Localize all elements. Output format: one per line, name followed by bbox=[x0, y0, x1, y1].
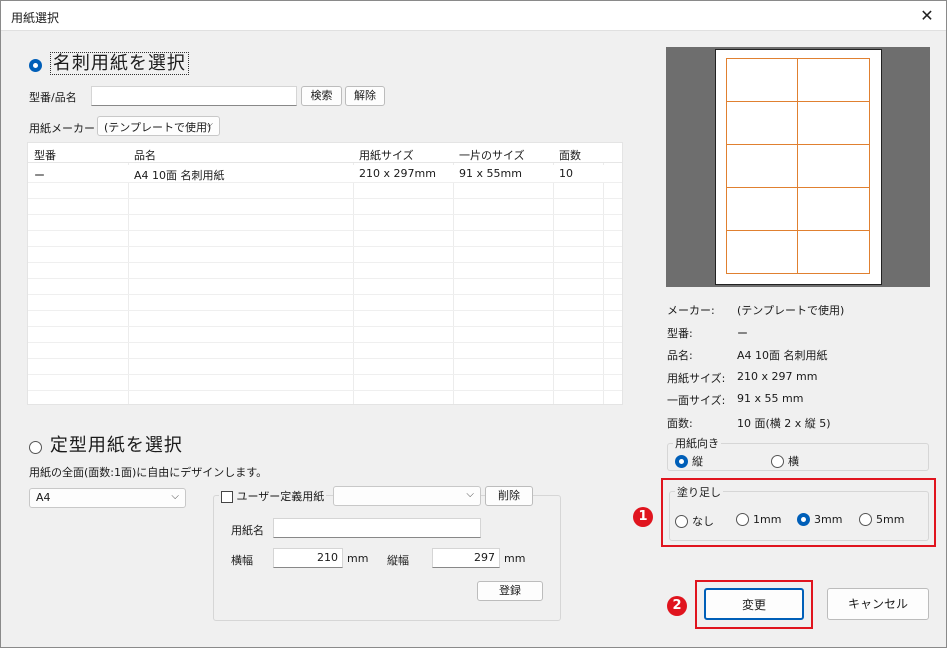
clear-button[interactable]: 解除 bbox=[345, 86, 385, 106]
col-count[interactable]: 面数 bbox=[559, 147, 581, 163]
bleed-title: 塗り足し bbox=[675, 484, 723, 500]
bleed-3mm-radio[interactable] bbox=[797, 513, 810, 526]
chevron-down-icon: ⌵ bbox=[171, 491, 179, 502]
orientation-title: 用紙向き bbox=[673, 435, 721, 451]
bleed-option-3mm[interactable]: 3mm bbox=[797, 513, 842, 526]
step-badge-2: 2 bbox=[667, 596, 687, 616]
bleed-option-none[interactable]: なし bbox=[675, 513, 714, 529]
bleed-option-1mm[interactable]: 1mm bbox=[736, 513, 781, 526]
info-size-key: 用紙サイズ: bbox=[667, 372, 726, 385]
search-input[interactable] bbox=[91, 86, 297, 106]
meishi-radio-row[interactable]: 名刺用紙を選択 bbox=[29, 49, 189, 75]
landscape-radio[interactable] bbox=[771, 454, 784, 468]
paper-table: 型番 品名 用紙サイズ 一片のサイズ 面数 ー A4 10面 名刺用紙 210 … bbox=[27, 142, 623, 405]
col-piece-size[interactable]: 一片のサイズ bbox=[459, 147, 525, 163]
meishi-label: 名刺用紙を選択 bbox=[49, 52, 189, 75]
row-paper-size: 210 x 297mm bbox=[359, 167, 436, 180]
info-model-key: 型番: bbox=[667, 327, 693, 340]
bleed-none-radio[interactable] bbox=[675, 514, 688, 528]
bleed-3mm-label: 3mm bbox=[814, 513, 843, 526]
table-row[interactable]: ー A4 10面 名刺用紙 210 x 297mm 91 x 55mm 10 bbox=[28, 165, 622, 182]
info-count-value: 10 面(横 2 x 縦 5) bbox=[737, 417, 831, 430]
step-badge-1: 1 bbox=[633, 507, 653, 527]
size-select-value: A4 bbox=[36, 491, 51, 504]
bleed-1mm-label: 1mm bbox=[753, 513, 782, 526]
row-piece-size: 91 x 55mm bbox=[459, 167, 522, 180]
title-bar: 用紙選択 ✕ bbox=[1, 1, 946, 31]
info-model-value: ー bbox=[737, 327, 748, 340]
user-paper-checkbox-row[interactable]: ユーザー定義用紙 bbox=[219, 488, 327, 504]
info-piece-key: 一面サイズ: bbox=[667, 394, 726, 407]
width-input[interactable]: 210 bbox=[273, 548, 343, 568]
info-piece-value: 91 x 55 mm bbox=[737, 392, 804, 405]
delete-button[interactable]: 削除 bbox=[485, 486, 533, 506]
cancel-button[interactable]: キャンセル bbox=[827, 588, 929, 620]
bleed-1mm-radio[interactable] bbox=[736, 513, 749, 526]
portrait-label: 縦 bbox=[692, 455, 703, 468]
bleed-none-label: なし bbox=[692, 515, 714, 528]
info-size-value: 210 x 297 mm bbox=[737, 370, 818, 383]
paper-preview bbox=[666, 47, 930, 287]
row-model: ー bbox=[34, 169, 45, 182]
info-name-value: A4 10面 名刺用紙 bbox=[737, 349, 828, 362]
search-label: 型番/品名 bbox=[29, 91, 77, 104]
orientation-landscape[interactable]: 横 bbox=[771, 453, 799, 469]
col-paper-size[interactable]: 用紙サイズ bbox=[359, 147, 414, 163]
teikei-radio[interactable] bbox=[29, 441, 42, 454]
table-header: 型番 品名 用紙サイズ 一片のサイズ 面数 bbox=[28, 143, 622, 163]
orientation-portrait[interactable]: 縦 bbox=[675, 453, 703, 469]
bleed-option-5mm[interactable]: 5mm bbox=[859, 513, 904, 526]
col-model[interactable]: 型番 bbox=[34, 147, 56, 163]
close-icon[interactable]: ✕ bbox=[916, 5, 938, 27]
window-title: 用紙選択 bbox=[11, 11, 60, 25]
teikei-label: 定型用紙を選択 bbox=[49, 435, 183, 456]
row-name: A4 10面 名刺用紙 bbox=[134, 169, 225, 182]
col-name[interactable]: 品名 bbox=[134, 147, 156, 163]
change-button[interactable]: 変更 bbox=[704, 588, 804, 620]
chevron-down-icon: ⌵ bbox=[466, 489, 474, 500]
width-label: 横幅 bbox=[231, 554, 253, 567]
meishi-radio[interactable] bbox=[29, 59, 42, 72]
maker-select-value: (テンプレートで使用) bbox=[104, 121, 212, 134]
user-paper-select[interactable]: ⌵ bbox=[333, 486, 481, 506]
row-count: 10 bbox=[559, 167, 573, 180]
info-maker-key: メーカー: bbox=[667, 304, 715, 317]
paper-name-label: 用紙名 bbox=[231, 524, 264, 537]
size-select[interactable]: A4 ⌵ bbox=[29, 488, 186, 508]
maker-select[interactable]: (テンプレートで使用) ⌵ bbox=[97, 116, 220, 136]
info-maker-value: (テンプレートで使用) bbox=[737, 304, 845, 317]
info-count-key: 面数: bbox=[667, 417, 693, 430]
paper-select-dialog: 用紙選択 ✕ 名刺用紙を選択 型番/品名 検索 解除 用紙メーカー (テンプレー… bbox=[0, 0, 947, 648]
paper-name-input[interactable] bbox=[273, 518, 481, 538]
search-button[interactable]: 検索 bbox=[301, 86, 342, 106]
register-button[interactable]: 登録 bbox=[477, 581, 543, 601]
height-input[interactable]: 297 bbox=[432, 548, 500, 568]
maker-label: 用紙メーカー bbox=[29, 122, 95, 135]
portrait-radio[interactable] bbox=[675, 454, 688, 468]
user-paper-label: ユーザー定義用紙 bbox=[236, 490, 325, 503]
bleed-5mm-label: 5mm bbox=[876, 513, 905, 526]
bleed-5mm-radio[interactable] bbox=[859, 513, 872, 526]
info-name-key: 品名: bbox=[667, 349, 693, 362]
height-label: 縦幅 bbox=[387, 554, 409, 567]
teikei-radio-row[interactable]: 定型用紙を選択 bbox=[29, 431, 183, 457]
landscape-label: 横 bbox=[788, 455, 799, 468]
teikei-description: 用紙の全面(面数:1面)に自由にデザインします。 bbox=[29, 466, 268, 479]
user-paper-checkbox[interactable] bbox=[221, 491, 233, 503]
width-unit: mm bbox=[347, 552, 369, 565]
height-unit: mm bbox=[504, 552, 526, 565]
chevron-down-icon: ⌵ bbox=[205, 119, 213, 130]
preview-paper bbox=[715, 49, 882, 285]
